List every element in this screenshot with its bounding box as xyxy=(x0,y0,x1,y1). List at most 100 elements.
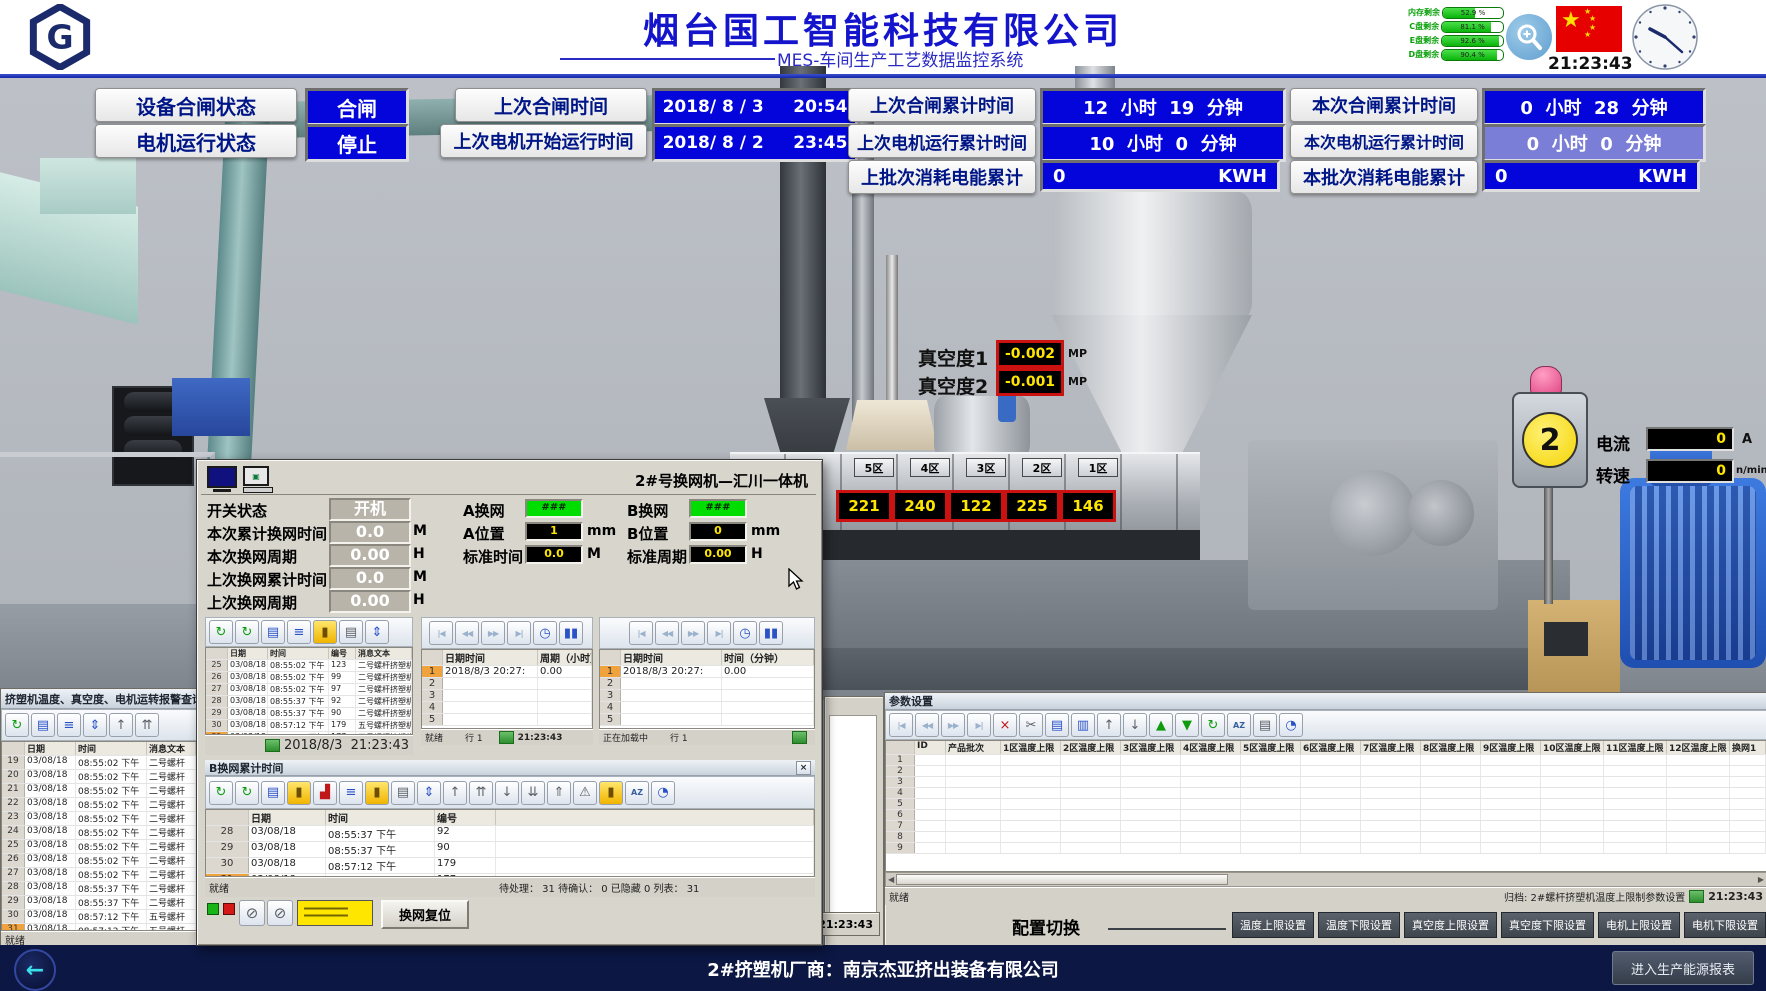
settings-button[interactable]: 电机下限设置 xyxy=(1684,912,1766,938)
table-row[interactable]: 2703/08/1808:55:02 下午二号螺杆 xyxy=(2,868,196,882)
table-row[interactable]: 2 xyxy=(422,678,592,690)
sort-icon[interactable]: ⇕ xyxy=(365,620,389,644)
table-row[interactable]: 2303/08/1808:55:02 下午二号螺杆 xyxy=(2,812,196,826)
table-row[interactable]: 2 xyxy=(886,766,1766,777)
settings-button[interactable]: 温度下限设置 xyxy=(1318,912,1400,938)
print-icon[interactable]: ▤ xyxy=(1253,713,1277,737)
sort-icon[interactable]: ⇕ xyxy=(83,713,107,737)
refresh-db-icon[interactable]: ↻ xyxy=(235,620,259,644)
settings-button[interactable]: 真空度下限设置 xyxy=(1501,912,1594,938)
scroll-right-icon[interactable]: ▶ xyxy=(1756,875,1766,884)
refresh-db-icon[interactable]: ↻ xyxy=(235,781,259,805)
selector-badge[interactable] xyxy=(297,900,373,926)
pause-icon[interactable]: ▮▮ xyxy=(759,621,783,645)
move-up-icon[interactable]: ↑ xyxy=(109,713,133,737)
note-icon[interactable]: ≡ xyxy=(57,713,81,737)
lock-db-icon[interactable]: ▮ xyxy=(287,781,311,805)
table-row[interactable]: 3 xyxy=(422,690,592,702)
move-down-icon[interactable]: ↓ xyxy=(495,781,519,805)
rewind-icon[interactable]: ◀◀ xyxy=(915,713,939,737)
export-icon[interactable]: ⇑ xyxy=(547,781,571,805)
table-row[interactable]: 5 xyxy=(600,714,814,726)
lock-refresh-icon[interactable]: ▮ xyxy=(313,620,337,644)
move-top-icon[interactable]: ⇈ xyxy=(135,713,159,737)
zoom-button[interactable] xyxy=(1506,14,1552,60)
settings-button[interactable]: 温度上限设置 xyxy=(1232,912,1314,938)
table-row[interactable]: 12018/8/3 20:27:0.00 xyxy=(600,666,814,678)
table-row[interactable]: 9 xyxy=(886,843,1766,854)
copy-icon[interactable]: ▤ xyxy=(1045,713,1069,737)
cut-icon[interactable]: ✂ xyxy=(1019,713,1043,737)
table-row[interactable]: 2903/08/1808:55:37 下午90 xyxy=(206,842,814,858)
table-row[interactable]: 5 xyxy=(886,799,1766,810)
print-icon[interactable]: ▤ xyxy=(391,781,415,805)
param-hscrollbar[interactable]: ◀ ▶ xyxy=(885,872,1766,887)
warning-icon[interactable]: ⚠ xyxy=(573,781,597,805)
table-row[interactable]: 12018/8/3 20:27:0.00 xyxy=(422,666,592,678)
table-row[interactable]: 1903/08/1808:55:02 下午二号螺杆 xyxy=(2,756,196,770)
disable-b-icon[interactable]: ⊘ xyxy=(267,900,293,926)
disable-a-icon[interactable]: ⊘ xyxy=(239,900,265,926)
terminal-icon[interactable]: ▣ xyxy=(243,466,273,492)
first-record-icon[interactable]: |◀ xyxy=(629,621,653,645)
scroll-left-icon[interactable]: ◀ xyxy=(886,875,896,884)
move-up-icon[interactable]: ↑ xyxy=(1097,713,1121,737)
pause-icon[interactable]: ▮▮ xyxy=(559,621,583,645)
table-row[interactable]: 1 xyxy=(886,755,1766,766)
note-icon[interactable]: ≡ xyxy=(339,781,363,805)
first-record-icon[interactable]: |◀ xyxy=(889,713,913,737)
table-row[interactable]: 2803/08/1808:55:37 下午92二号螺杆挤塑机真空度1 xyxy=(206,696,412,708)
move-top-icon[interactable]: ⇈ xyxy=(469,781,493,805)
scrollbar-thumb[interactable] xyxy=(896,874,1228,885)
insert-down-icon[interactable]: ▼ xyxy=(1175,713,1199,737)
monitor-icon[interactable] xyxy=(207,466,237,492)
table-row[interactable]: 2203/08/1808:55:02 下午二号螺杆 xyxy=(2,798,196,812)
table-row[interactable]: 4 xyxy=(886,788,1766,799)
lock-refresh-icon[interactable]: ▮ xyxy=(365,781,389,805)
rewind-icon[interactable]: ◀◀ xyxy=(455,621,479,645)
refresh-icon[interactable]: ↻ xyxy=(1201,713,1225,737)
print-icon[interactable]: ▤ xyxy=(339,620,363,644)
delete-icon[interactable]: × xyxy=(993,713,1017,737)
timer-icon[interactable]: ◷ xyxy=(733,621,757,645)
first-record-icon[interactable]: |◀ xyxy=(429,621,453,645)
table-row[interactable]: 2903/08/1808:55:37 下午二号螺杆 xyxy=(2,896,196,910)
table-row[interactable]: 8 xyxy=(886,832,1766,843)
table-row[interactable]: 3103/08/1808:57:12 下午五号螺杆 xyxy=(2,924,196,931)
table-row[interactable]: 2403/08/1808:55:02 下午二号螺杆 xyxy=(2,826,196,840)
table-row[interactable]: 3003/08/1808:57:12 下午179 xyxy=(206,858,814,874)
forward-icon[interactable]: ▶▶ xyxy=(941,713,965,737)
table-row[interactable]: 3003/08/1808:57:12 下午五号螺杆 xyxy=(2,910,196,924)
table-row[interactable]: 3 xyxy=(600,690,814,702)
table-row[interactable]: 3 xyxy=(886,777,1766,788)
chart-icon[interactable]: ▟ xyxy=(313,781,337,805)
paste-icon[interactable]: ▥ xyxy=(1071,713,1095,737)
table-row[interactable]: 2603/08/1808:55:02 下午二号螺杆 xyxy=(2,854,196,868)
note-icon[interactable]: ≡ xyxy=(287,620,311,644)
clock-icon[interactable]: ◔ xyxy=(651,781,675,805)
sort-az-icon[interactable]: AZ xyxy=(625,781,649,805)
move-down-icon[interactable]: ↓ xyxy=(1123,713,1147,737)
last-record-icon[interactable]: ▶| xyxy=(507,621,531,645)
last-record-icon[interactable]: ▶| xyxy=(707,621,731,645)
move-up-icon[interactable]: ↑ xyxy=(443,781,467,805)
move-bottom-icon[interactable]: ⇊ xyxy=(521,781,545,805)
energy-report-button[interactable]: 进入生产能源报表 xyxy=(1612,951,1754,985)
database-icon[interactable]: ▤ xyxy=(31,713,55,737)
rewind-icon[interactable]: ◀◀ xyxy=(655,621,679,645)
table-row[interactable]: 2803/08/1808:55:37 下午二号螺杆 xyxy=(2,882,196,896)
table-row[interactable]: 3003/08/1808:57:12 下午179五号螺杆挤塑机真空度1 xyxy=(206,720,412,732)
settings-button[interactable]: 真空度上限设置 xyxy=(1404,912,1497,938)
table-row[interactable]: 7 xyxy=(886,821,1766,832)
table-row[interactable]: 2103/08/1808:55:02 下午二号螺杆 xyxy=(2,784,196,798)
table-row[interactable]: 2503/08/1808:55:02 下午123二号螺杆挤塑机12区温 xyxy=(206,660,412,672)
back-button[interactable]: ← xyxy=(14,949,56,991)
table-row[interactable]: 2803/08/1808:55:37 下午92 xyxy=(206,826,814,842)
table-row[interactable]: 2703/08/1808:55:02 下午97二号螺杆挤塑机熔体温 xyxy=(206,684,412,696)
settings-button[interactable]: 电机上限设置 xyxy=(1598,912,1680,938)
forward-icon[interactable]: ▶▶ xyxy=(481,621,505,645)
table-row[interactable]: 4 xyxy=(422,702,592,714)
insert-up-icon[interactable]: ▲ xyxy=(1149,713,1173,737)
refresh-icon[interactable]: ↻ xyxy=(209,620,233,644)
net-reset-button[interactable]: 换网复位 xyxy=(381,900,469,929)
